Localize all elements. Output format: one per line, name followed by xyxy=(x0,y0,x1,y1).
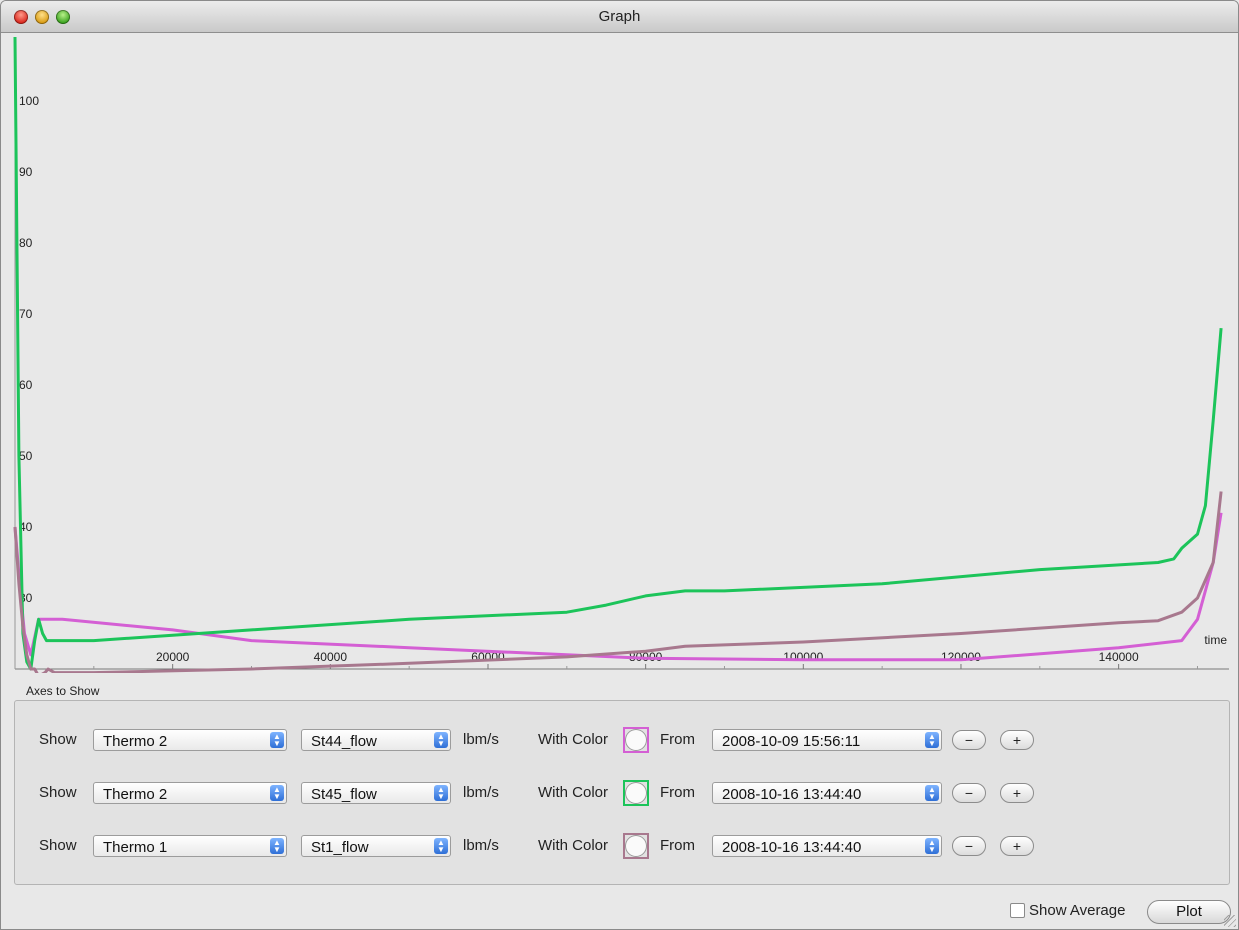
source-select-1[interactable]: Thermo 2 ▲ ▼ xyxy=(93,729,287,751)
with-color-label: With Color xyxy=(538,784,609,801)
add-row-button-1[interactable]: + xyxy=(1000,730,1034,750)
remove-row-button-2[interactable]: − xyxy=(952,783,986,803)
x-tick-label: 40000 xyxy=(314,650,348,664)
variable-select-2[interactable]: St45_flow ▲ ▼ xyxy=(301,782,451,804)
updown-arrows-icon: ▲ ▼ xyxy=(434,732,448,748)
x-tick-label: 100000 xyxy=(783,650,823,664)
y-tick-label: 50 xyxy=(19,449,33,463)
source-value: Thermo 2 xyxy=(103,786,168,803)
show-label: Show xyxy=(39,837,77,854)
color-swatch-2[interactable] xyxy=(623,780,649,806)
updown-arrows-icon: ▲ ▼ xyxy=(925,838,939,854)
source-value: Thermo 2 xyxy=(103,733,168,750)
updown-arrows-icon: ▲ ▼ xyxy=(434,838,448,854)
axis-row-2: Show Thermo 2 ▲ ▼ St45_flow ▲ ▼ lbm/s With… xyxy=(15,780,1229,810)
variable-value: St45_flow xyxy=(311,786,377,803)
remove-row-button-3[interactable]: − xyxy=(952,836,986,856)
y-tick-label: 80 xyxy=(19,236,33,250)
y-tick-label: 100 xyxy=(19,94,39,108)
axis-row-1: Show Thermo 2 ▲ ▼ St44_flow ▲ ▼ lbm/s With… xyxy=(15,727,1229,757)
source-select-2[interactable]: Thermo 2 ▲ ▼ xyxy=(93,782,287,804)
y-tick-label: 60 xyxy=(19,378,33,392)
graph-window: Graph 20000 40000 60000 80000 100000 120000 14… xyxy=(0,0,1239,930)
series-line-1 xyxy=(13,512,1223,662)
with-color-label: With Color xyxy=(538,731,609,748)
variable-select-3[interactable]: St1_flow ▲ ▼ xyxy=(301,835,451,857)
show-label: Show xyxy=(39,731,77,748)
updown-arrows-icon: ▲ ▼ xyxy=(434,785,448,801)
graph-plot-area: 20000 40000 60000 80000 100000 120000 140000 ti… xyxy=(9,33,1234,673)
show-average-label[interactable]: Show Average xyxy=(1029,902,1125,919)
from-date-select-1[interactable]: 2008-10-09 15:56:11 ▲ ▼ xyxy=(712,729,942,751)
series-line-2 xyxy=(13,36,1223,671)
remove-row-button-1[interactable]: − xyxy=(952,730,986,750)
unit-label: lbm/s xyxy=(463,731,499,748)
variable-value: St1_flow xyxy=(311,839,369,856)
show-label: Show xyxy=(39,784,77,801)
with-color-label: With Color xyxy=(538,837,609,854)
updown-arrows-icon: ▲ ▼ xyxy=(270,732,284,748)
from-date-select-3[interactable]: 2008-10-16 13:44:40 ▲ ▼ xyxy=(712,835,942,857)
x-axis-label: time xyxy=(1204,633,1227,647)
footer-bar: Show Average Plot xyxy=(1,896,1238,926)
x-tick-label: 20000 xyxy=(156,650,190,664)
updown-arrows-icon: ▲ ▼ xyxy=(270,838,284,854)
axis-row-3: Show Thermo 1 ▲ ▼ St1_flow ▲ ▼ lbm/s With … xyxy=(15,833,1229,863)
x-tick-label: 120000 xyxy=(941,650,981,664)
y-tick-label: 70 xyxy=(19,307,33,321)
resize-grip-icon[interactable] xyxy=(1224,915,1236,927)
from-date-select-2[interactable]: 2008-10-16 13:44:40 ▲ ▼ xyxy=(712,782,942,804)
from-date-value: 2008-10-09 15:56:11 xyxy=(722,733,861,750)
variable-value: St44_flow xyxy=(311,733,377,750)
from-label: From xyxy=(660,837,695,854)
from-label: From xyxy=(660,784,695,801)
color-circle-icon xyxy=(625,782,647,804)
y-tick-label: 90 xyxy=(19,165,33,179)
show-average-checkbox[interactable] xyxy=(1010,903,1025,918)
x-tick-label: 140000 xyxy=(1099,650,1139,664)
add-row-button-2[interactable]: + xyxy=(1000,783,1034,803)
color-swatch-3[interactable] xyxy=(623,833,649,859)
updown-arrows-icon: ▲ ▼ xyxy=(270,785,284,801)
variable-select-1[interactable]: St44_flow ▲ ▼ xyxy=(301,729,451,751)
from-date-value: 2008-10-16 13:44:40 xyxy=(722,839,862,856)
unit-label: lbm/s xyxy=(463,784,499,801)
axes-controls-panel: Show Thermo 2 ▲ ▼ St44_flow ▲ ▼ lbm/s With… xyxy=(14,700,1230,885)
series-line-3 xyxy=(13,491,1223,673)
color-circle-icon xyxy=(625,729,647,751)
axes-to-show-label: Axes to Show xyxy=(26,684,100,698)
updown-arrows-icon: ▲ ▼ xyxy=(925,785,939,801)
plot-button[interactable]: Plot xyxy=(1147,900,1231,924)
from-label: From xyxy=(660,731,695,748)
color-swatch-1[interactable] xyxy=(623,727,649,753)
title-bar[interactable]: Graph xyxy=(1,1,1238,33)
updown-arrows-icon: ▲ ▼ xyxy=(925,732,939,748)
unit-label: lbm/s xyxy=(463,837,499,854)
source-value: Thermo 1 xyxy=(103,839,168,856)
color-circle-icon xyxy=(625,835,647,857)
source-select-3[interactable]: Thermo 1 ▲ ▼ xyxy=(93,835,287,857)
window-title: Graph xyxy=(598,8,641,25)
add-row-button-3[interactable]: + xyxy=(1000,836,1034,856)
line-chart: 20000 40000 60000 80000 100000 120000 140000ti… xyxy=(13,36,1229,673)
from-date-value: 2008-10-16 13:44:40 xyxy=(722,786,862,803)
